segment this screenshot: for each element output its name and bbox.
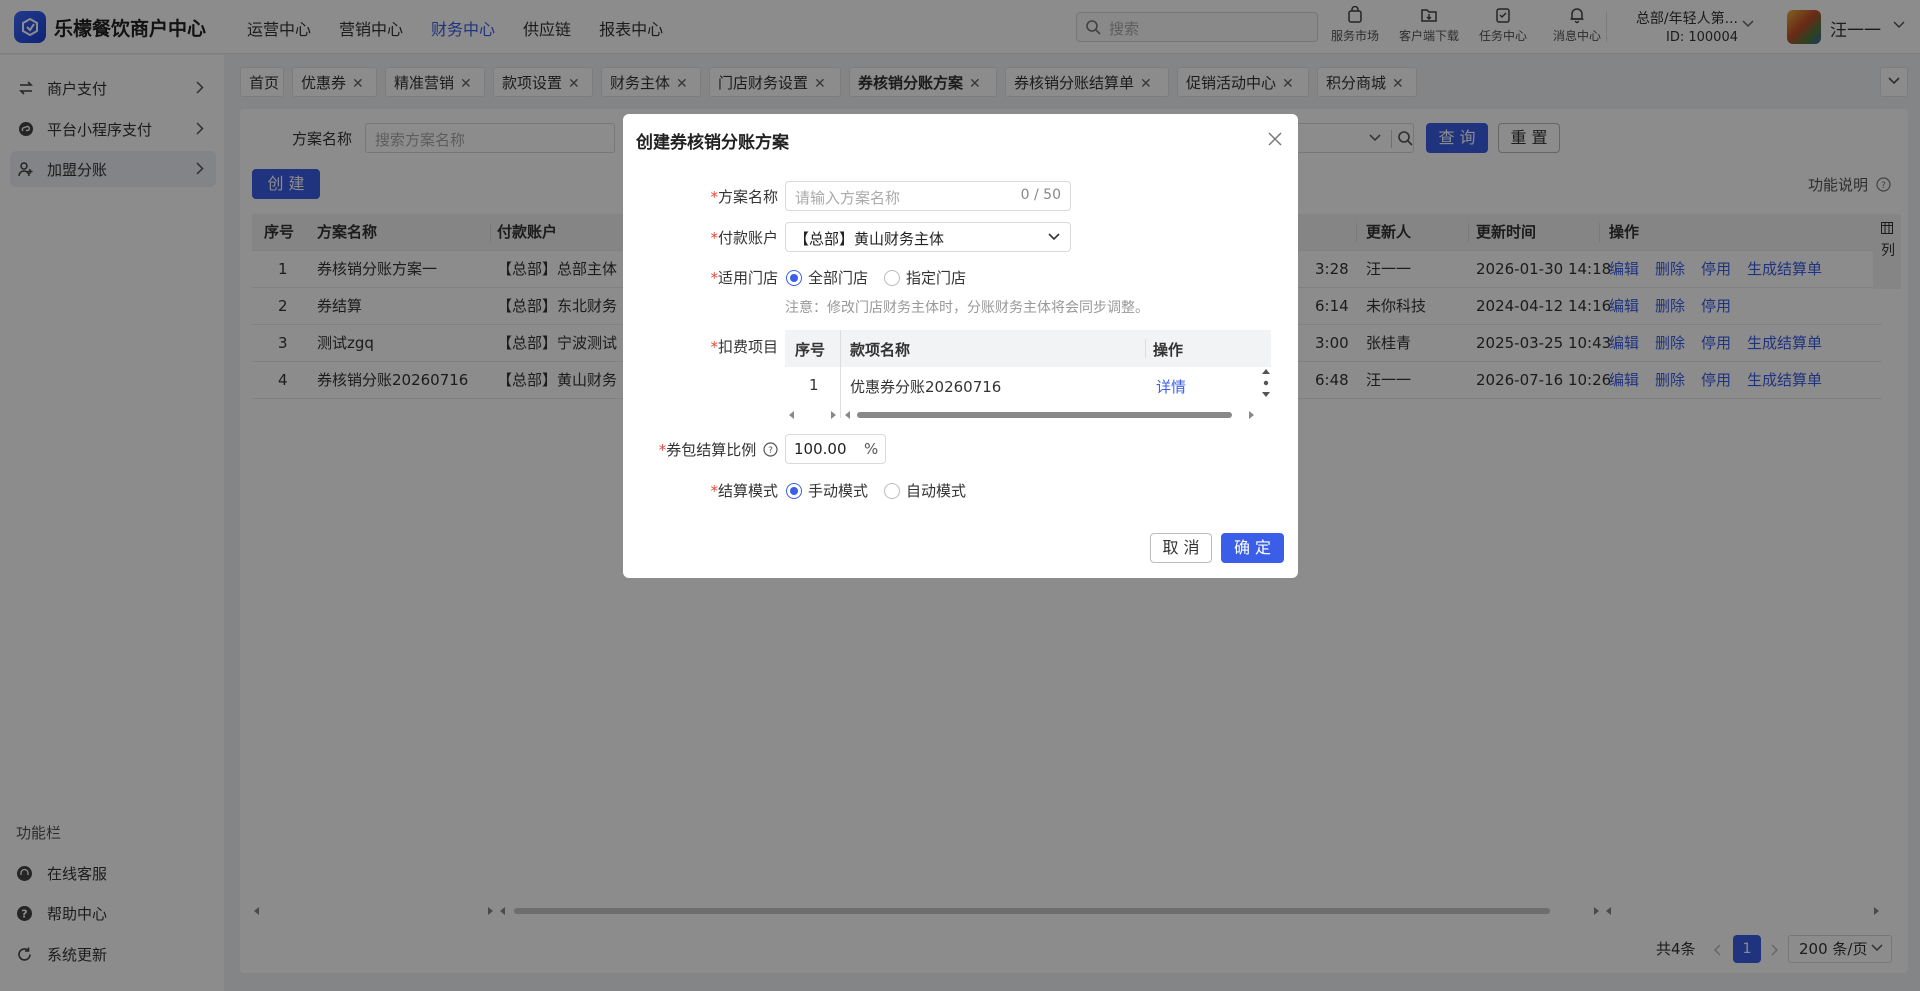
settle-mode-label-text: 结算模式: [717, 482, 778, 500]
ratio-input[interactable]: 100.00 %: [785, 434, 886, 464]
ratio-unit: %: [864, 440, 879, 458]
fee-table-scrollbar[interactable]: [785, 410, 1271, 420]
dialog-title: 创建券核销分账方案: [636, 133, 789, 153]
ratio-value: 100.00: [794, 440, 847, 458]
radio-dot: [884, 483, 900, 499]
close-icon[interactable]: [1268, 132, 1282, 146]
ratio-label: *券包结算比例 ?: [643, 439, 778, 460]
fee-header-op: 操作: [1153, 341, 1184, 359]
fee-header-no: 序号: [795, 341, 826, 359]
fee-header-name: 款项名称: [850, 341, 911, 359]
mode-manual-label: 手动模式: [808, 482, 869, 500]
required-mark: *: [710, 188, 718, 206]
required-mark: *: [710, 482, 718, 500]
cancel-button[interactable]: 取 消: [1150, 533, 1212, 563]
fee-row-name: 优惠券分账20260716: [850, 378, 1002, 396]
question-circle-icon[interactable]: ?: [763, 442, 778, 457]
column-divider: [1145, 339, 1146, 358]
store-note: 注意：修改门店财务主体时，分账财务主体将会同步调整。: [785, 300, 1149, 316]
column-divider: [840, 330, 841, 418]
pay-account-value: 【总部】黄山财务主体: [794, 230, 945, 248]
store-specific-label: 指定门店: [906, 269, 967, 287]
scroll-left-icon[interactable]: [845, 411, 850, 419]
pay-account-label-text: 付款账户: [717, 229, 778, 247]
fee-items-table: 序号 款项名称 操作 1 优惠券分账20260716 详情: [785, 330, 1271, 422]
radio-dot: [786, 270, 802, 286]
mode-auto-radio[interactable]: 自动模式: [884, 480, 974, 500]
vertical-scroll-icon[interactable]: [1261, 368, 1271, 398]
fee-item-label: *扣费项目: [703, 336, 778, 357]
pay-account-select[interactable]: 【总部】黄山财务主体: [785, 222, 1071, 252]
required-mark: *: [710, 269, 718, 287]
radio-dot: [884, 270, 900, 286]
plan-name-label-text: 方案名称: [717, 188, 778, 206]
confirm-button[interactable]: 确 定: [1221, 533, 1284, 563]
detail-link[interactable]: 详情: [1156, 376, 1186, 397]
plan-name-label: *方案名称: [703, 186, 778, 207]
store-all-label: 全部门店: [808, 269, 869, 287]
mode-auto-label: 自动模式: [906, 482, 967, 500]
plan-name-char-count: 0 / 50: [1020, 187, 1061, 203]
pay-account-label: *付款账户: [703, 227, 778, 248]
applicable-store-label-text: 适用门店: [717, 269, 778, 287]
settle-mode-label: *结算模式: [703, 480, 778, 501]
fee-table-header: 序号 款项名称 操作: [785, 330, 1271, 367]
mode-manual-radio[interactable]: 手动模式: [786, 480, 876, 500]
chevron-down-icon: [1048, 233, 1060, 241]
radio-dot: [786, 483, 802, 499]
ratio-label-text: 券包结算比例: [666, 441, 757, 459]
required-mark: *: [710, 229, 718, 247]
scroll-right-icon[interactable]: [1249, 411, 1254, 419]
plan-name-input[interactable]: 请输入方案名称 0 / 50: [785, 181, 1071, 211]
store-all-radio[interactable]: 全部门店: [786, 267, 876, 287]
scrollbar-thumb[interactable]: [857, 412, 1232, 418]
scroll-left-icon[interactable]: [789, 411, 794, 419]
fee-item-label-text: 扣费项目: [717, 338, 778, 356]
svg-text:?: ?: [768, 446, 773, 456]
scroll-right-icon[interactable]: [831, 411, 836, 419]
create-plan-dialog: 创建券核销分账方案 *方案名称 请输入方案名称 0 / 50 *付款账户 【总部…: [623, 114, 1298, 578]
fee-row-no: 1: [809, 376, 819, 394]
store-specific-radio[interactable]: 指定门店: [884, 267, 974, 287]
plan-name-placeholder: 请输入方案名称: [795, 189, 901, 207]
applicable-store-label: *适用门店: [703, 267, 778, 288]
required-mark: *: [710, 338, 718, 356]
